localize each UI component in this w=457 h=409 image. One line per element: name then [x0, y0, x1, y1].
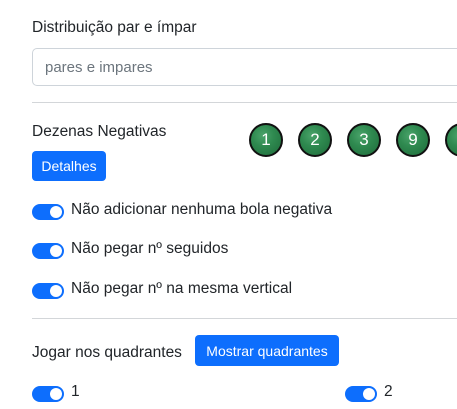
negative-ball[interactable]: 3: [347, 123, 381, 157]
quadrants-title: Jogar nos quadrantes: [32, 344, 182, 361]
quadrant-label: 1: [71, 383, 80, 400]
divider-1: [32, 102, 457, 103]
quadrant-label: 2: [384, 383, 393, 400]
negative-ball[interactable]: 1: [445, 123, 457, 157]
toggle-knob: [363, 388, 375, 400]
toggle-knob: [50, 245, 62, 257]
toggle-no-vertical[interactable]: [32, 283, 64, 299]
details-button[interactable]: Detalhes: [32, 151, 106, 181]
option-label: Não pegar nº na mesma vertical: [71, 280, 293, 297]
distribution-input[interactable]: [32, 48, 457, 86]
toggle-knob: [50, 388, 62, 400]
option-label: Não pegar nº seguidos: [71, 240, 229, 257]
toggle-no-negative[interactable]: [32, 204, 64, 220]
negatives-title: Dezenas Negativas: [32, 123, 167, 140]
option-label: Não adicionar nenhuma bola negativa: [71, 201, 333, 218]
toggle-knob: [50, 285, 62, 297]
toggle-knob: [50, 206, 62, 218]
show-quadrants-button[interactable]: Mostrar quadrantes: [195, 335, 339, 366]
distribution-title: Distribuição par e ímpar: [32, 19, 197, 36]
toggle-no-sequential[interactable]: [32, 243, 64, 259]
divider-2: [32, 318, 457, 319]
toggle-quadrant-1[interactable]: [32, 386, 64, 402]
toggle-quadrant-2[interactable]: [345, 386, 377, 402]
negative-ball[interactable]: 9: [396, 123, 430, 157]
negative-ball[interactable]: 2: [298, 123, 332, 157]
negative-ball[interactable]: 1: [249, 123, 283, 157]
